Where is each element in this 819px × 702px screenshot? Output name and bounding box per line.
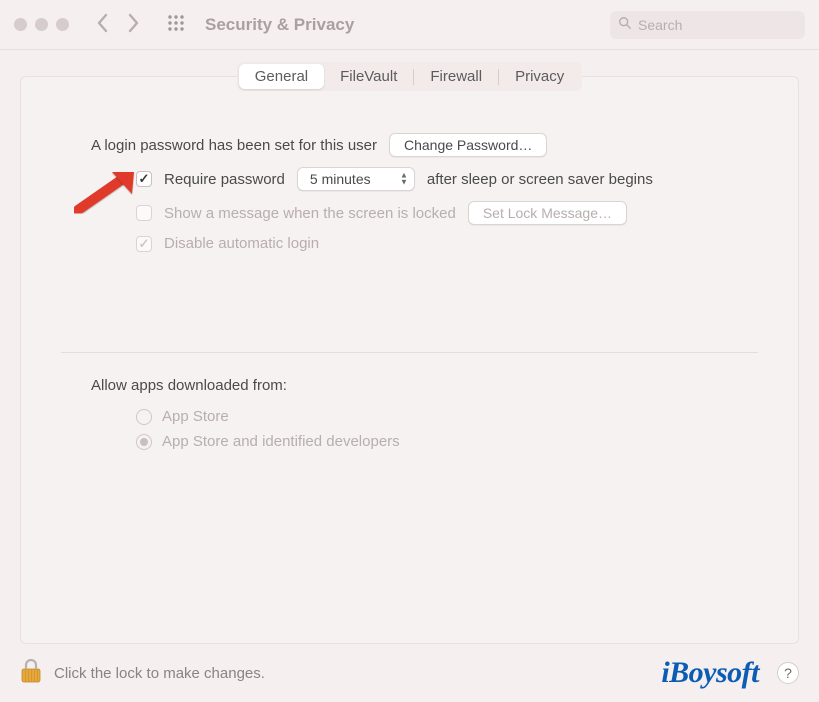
forward-button[interactable]: [125, 13, 141, 37]
lock-icon[interactable]: [20, 658, 42, 688]
require-password-delay-select[interactable]: 5 minutes ▲▼: [297, 167, 415, 191]
set-lock-message-button: Set Lock Message…: [468, 201, 627, 225]
close-window-button[interactable]: [14, 18, 27, 31]
tab-filevault[interactable]: FileVault: [324, 64, 413, 89]
show-lock-message-label: Show a message when the screen is locked: [164, 205, 456, 222]
radio-app-store-label: App Store: [162, 408, 229, 425]
window-title: Security & Privacy: [205, 15, 354, 35]
tab-firewall[interactable]: Firewall: [414, 64, 498, 89]
toolbar: Security & Privacy: [0, 0, 819, 50]
require-password-delay-value: 5 minutes: [310, 171, 371, 187]
radio-app-store: [136, 409, 152, 425]
minimize-window-button[interactable]: [35, 18, 48, 31]
disable-auto-login-checkbox: [136, 236, 152, 252]
annotation-arrow-icon: [74, 166, 144, 216]
watermark-logo: iBoysoft: [661, 656, 759, 690]
show-all-button[interactable]: [167, 14, 185, 36]
search-input[interactable]: [638, 17, 797, 33]
tab-privacy[interactable]: Privacy: [499, 64, 580, 89]
search-icon: [618, 16, 632, 34]
divider: [61, 352, 758, 353]
general-content: A login password has been set for this u…: [21, 77, 798, 478]
require-password-label-after: after sleep or screen saver begins: [427, 171, 653, 188]
search-field[interactable]: [610, 11, 805, 39]
lock-message: Click the lock to make changes.: [54, 665, 265, 682]
nav-arrows: [95, 13, 141, 37]
disable-auto-login-label: Disable automatic login: [164, 235, 319, 252]
preference-panel: General FileVault Firewall Privacy A log…: [20, 76, 799, 644]
require-password-label-before: Require password: [164, 171, 285, 188]
traffic-lights: [14, 18, 69, 31]
radio-app-store-identified-label: App Store and identified developers: [162, 433, 400, 450]
radio-app-store-identified: [136, 434, 152, 450]
zoom-window-button[interactable]: [56, 18, 69, 31]
chevron-updown-icon: ▲▼: [400, 173, 408, 186]
tab-bar: General FileVault Firewall Privacy: [21, 62, 798, 91]
allow-apps-heading: Allow apps downloaded from:: [91, 377, 748, 394]
change-password-button[interactable]: Change Password…: [389, 133, 547, 157]
back-button[interactable]: [95, 13, 111, 37]
login-password-text: A login password has been set for this u…: [91, 137, 377, 154]
tab-general[interactable]: General: [239, 64, 324, 89]
help-button[interactable]: ?: [777, 662, 799, 684]
footer: Click the lock to make changes. iBoysoft…: [20, 656, 799, 690]
